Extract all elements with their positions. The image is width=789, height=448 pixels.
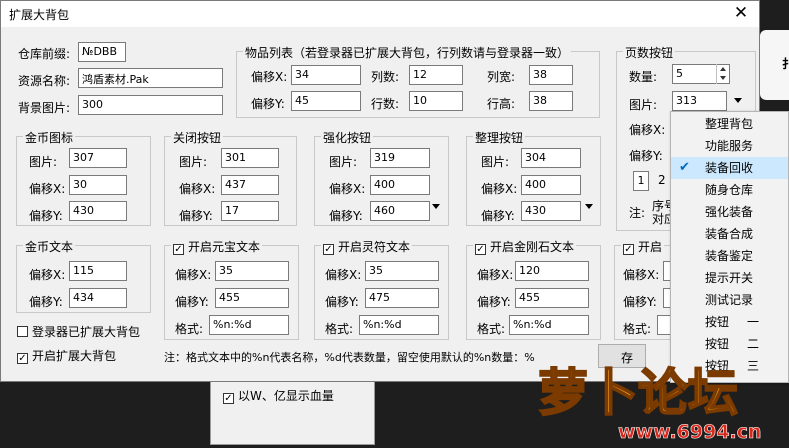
yuanbao-text-group: ✓ 开启元宝文本 偏移X: 35 偏移Y: 455 格式: %n:%d bbox=[164, 238, 299, 340]
enable-big-bag-checkbox[interactable]: ✓ 开启扩展大背包 bbox=[17, 347, 116, 364]
menu-item-test-record[interactable]: 测试记录 bbox=[671, 289, 788, 311]
gold-text-offset-x-input[interactable]: 115 bbox=[69, 261, 127, 281]
diamond-checkbox[interactable]: ✓ 开启金刚石文本 bbox=[473, 238, 577, 255]
close-button-image-input[interactable]: 301 bbox=[221, 148, 279, 168]
checkbox-icon: ✓ bbox=[223, 393, 234, 404]
gold-icon-offset-y-input[interactable]: 430 bbox=[69, 201, 127, 221]
gold-icon-image-input[interactable]: 307 bbox=[69, 148, 127, 168]
enhance-offset-x-input[interactable]: 400 bbox=[370, 175, 430, 195]
background-right-panel: 扌 bbox=[760, 30, 789, 100]
enhance-image-input[interactable]: 319 bbox=[370, 148, 430, 168]
item-list-title: 物品列表（若登录器已扩展大背包，行列数请与登录器一致） bbox=[243, 44, 572, 61]
yuanbao-offset-x-input[interactable]: 35 bbox=[215, 261, 289, 281]
menu-item-equipment-recycle[interactable]: ✔ 装备回收 bbox=[671, 157, 788, 179]
dialog-title: 扩展大背包 bbox=[9, 8, 70, 22]
item-row-height-input[interactable]: 38 bbox=[529, 91, 573, 111]
yuanbao-format-input[interactable]: %n:%d bbox=[209, 315, 289, 335]
forum-watermark-logo: 萝卜论坛 www.6994.cn bbox=[528, 346, 789, 445]
close-button-group: 关闭按钮 图片: 301 偏移X: 437 偏移Y: 17 bbox=[164, 129, 297, 226]
menu-item-button-1[interactable]: 按钮一 bbox=[671, 311, 788, 333]
login-extended-checkbox[interactable]: 登录器已扩展大背包 bbox=[17, 323, 140, 340]
menu-item-enhance-equipment[interactable]: 强化装备 bbox=[671, 201, 788, 223]
checkbox-icon: ✓ bbox=[17, 353, 28, 364]
logo-brand-text: 萝卜论坛 bbox=[538, 364, 738, 422]
logo-url-text: www.6994.cn bbox=[618, 421, 762, 443]
sort-offset-y-input[interactable]: 430 bbox=[521, 201, 581, 221]
gold-text-group: 金币文本 偏移X: 115 偏移Y: 434 bbox=[16, 238, 151, 313]
yuanbao-checkbox[interactable]: ✓ 开启元宝文本 bbox=[171, 238, 263, 255]
menu-item-tip-toggle[interactable]: 提示开关 bbox=[671, 267, 788, 289]
gold-icon-group: 金币图标 图片: 307 偏移X: 30 偏移Y: 430 bbox=[16, 129, 151, 226]
title-bar: 扩展大背包 ✕ bbox=[1, 1, 759, 27]
carrot-logo-icon: 萝卜论坛 www.6994.cn bbox=[537, 363, 762, 443]
menu-item-sort-bag[interactable]: 整理背包 bbox=[671, 113, 788, 135]
resource-label: 资源名称: bbox=[18, 74, 71, 88]
menu-item-function-service[interactable]: 功能服务 bbox=[671, 135, 788, 157]
sort-button-group: 整理按钮 图片: 304 偏移X: 400 偏移Y: 430 bbox=[466, 129, 601, 226]
checkbox-icon: ✓ bbox=[475, 244, 486, 255]
enhance-offset-y-input[interactable]: 460 bbox=[370, 201, 430, 221]
page-1-button[interactable]: 1 bbox=[633, 171, 649, 191]
item-cols-input[interactable]: 12 bbox=[409, 65, 463, 85]
item-offset-y-input[interactable]: 45 bbox=[291, 91, 361, 111]
page-image-input[interactable]: 313 bbox=[672, 91, 727, 111]
page-count-stepper[interactable] bbox=[716, 64, 730, 84]
bg-window-checkbox[interactable]: ✓ 以W、亿显示血量 bbox=[223, 387, 334, 404]
check-icon: ✔ bbox=[679, 160, 690, 175]
checkbox-icon: ✓ bbox=[173, 244, 184, 255]
item-offset-x-input[interactable]: 34 bbox=[291, 65, 361, 85]
item-list-group: 物品列表（若登录器已扩展大背包，行列数请与登录器一致） 偏移X: 34 偏移Y:… bbox=[236, 44, 600, 118]
lingfu-offset-x-input[interactable]: 35 bbox=[365, 261, 439, 281]
menu-item-equipment-identify[interactable]: 装备鉴定 bbox=[671, 245, 788, 267]
diamond-offset-x-input[interactable]: 120 bbox=[515, 261, 589, 281]
page-2-label[interactable]: 2 bbox=[658, 173, 666, 187]
checkbox-icon: ✓ bbox=[623, 244, 634, 255]
diamond-text-group: ✓ 开启金刚石文本 偏移X: 120 偏移Y: 455 格式: %n:%d bbox=[466, 238, 601, 340]
yuanbao-offset-y-input[interactable]: 455 bbox=[215, 288, 289, 308]
resource-input[interactable]: 鸿盾素材.Pak bbox=[78, 68, 223, 88]
spin-down-icon bbox=[720, 76, 726, 80]
big-bag-dialog: 扩展大背包 ✕ 仓库前缀: №DBB 资源名称: 鸿盾素材.Pak 背景图片: … bbox=[0, 0, 760, 382]
item-rows-input[interactable]: 10 bbox=[409, 91, 463, 111]
chevron-down-icon[interactable] bbox=[432, 204, 440, 209]
context-menu: 整理背包 功能服务 ✔ 装备回收 随身仓库 强化装备 装备合成 装备鉴定 提示开关… bbox=[670, 111, 789, 383]
gold-text-offset-y-input[interactable]: 434 bbox=[69, 288, 127, 308]
format-note: 注：格式文本中的%n代表名称，%d代表数量，留空使用默认的%n数量：% bbox=[164, 351, 535, 364]
close-button-offset-y-input[interactable]: 17 bbox=[221, 201, 279, 221]
enhance-button-group: 强化按钮 图片: 319 偏移X: 400 偏移Y: 460 bbox=[314, 129, 449, 226]
diamond-offset-y-input[interactable]: 455 bbox=[515, 288, 589, 308]
partial-checkbox[interactable]: ✓ 开启 bbox=[621, 238, 665, 255]
page-buttons-title: 页数按钮 bbox=[623, 44, 676, 61]
bg-image-input[interactable]: 300 bbox=[78, 95, 223, 115]
prefix-label: 仓库前缀: bbox=[18, 47, 71, 61]
close-icon[interactable]: ✕ bbox=[731, 3, 751, 23]
lingfu-checkbox[interactable]: ✓ 开启灵符文本 bbox=[321, 238, 413, 255]
gold-icon-offset-x-input[interactable]: 30 bbox=[69, 175, 127, 195]
prefix-input[interactable]: №DBB bbox=[78, 42, 126, 62]
lingfu-text-group: ✓ 开启灵符文本 偏移X: 35 偏移Y: 475 格式: %n:%d bbox=[314, 238, 449, 340]
sort-offset-x-input[interactable]: 400 bbox=[521, 175, 581, 195]
lingfu-format-input[interactable]: %n:%d bbox=[359, 315, 439, 335]
item-col-width-input[interactable]: 38 bbox=[529, 65, 573, 85]
chevron-down-icon[interactable] bbox=[734, 98, 742, 103]
checkbox-icon bbox=[17, 326, 28, 337]
bg-image-label: 背景图片: bbox=[18, 101, 71, 115]
chevron-down-icon[interactable] bbox=[585, 204, 593, 209]
menu-item-portable-storage[interactable]: 随身仓库 bbox=[671, 179, 788, 201]
menu-item-equipment-synthesis[interactable]: 装备合成 bbox=[671, 223, 788, 245]
checkbox-icon: ✓ bbox=[323, 244, 334, 255]
spin-up-icon bbox=[720, 67, 726, 71]
close-button-offset-x-input[interactable]: 437 bbox=[221, 175, 279, 195]
sort-image-input[interactable]: 304 bbox=[521, 148, 581, 168]
lingfu-offset-y-input[interactable]: 475 bbox=[365, 288, 439, 308]
diamond-format-input[interactable]: %n:%d bbox=[509, 315, 589, 335]
